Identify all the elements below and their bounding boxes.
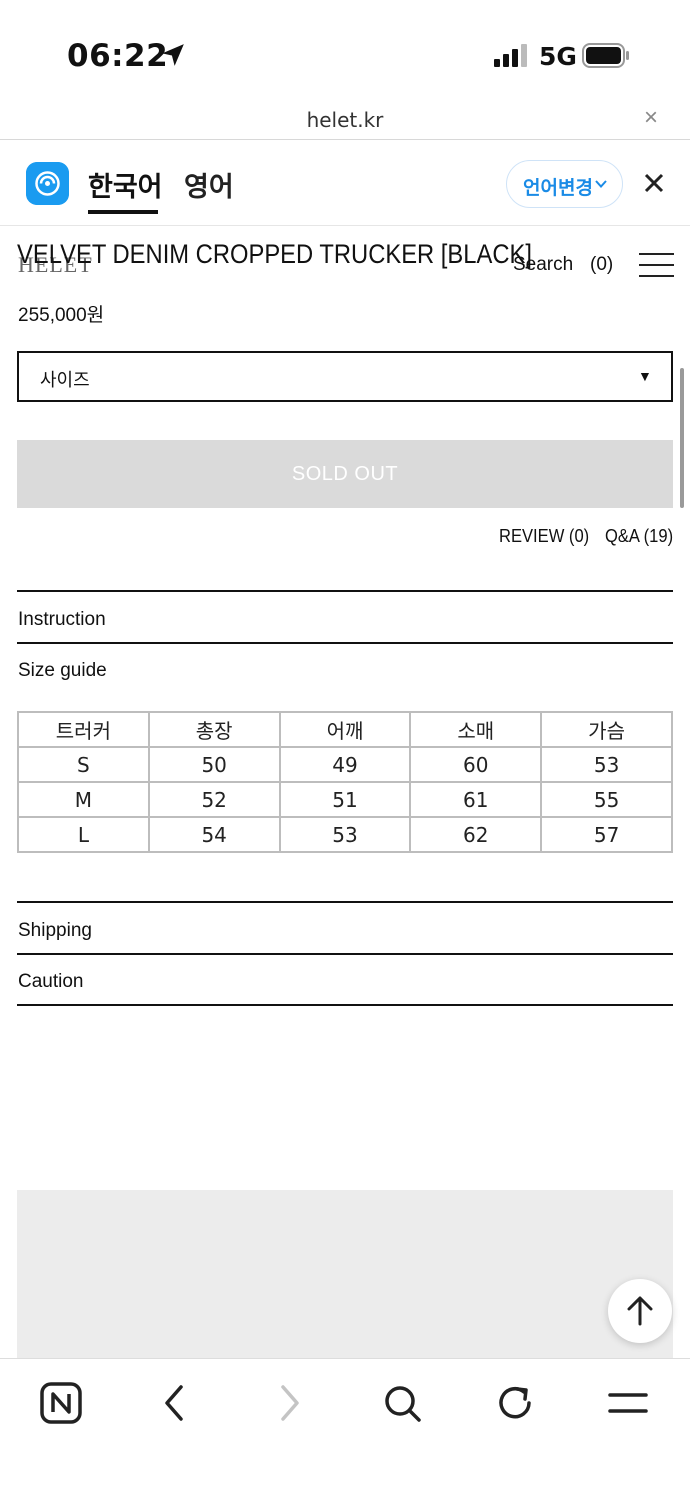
table-cell: 57 xyxy=(540,816,673,853)
divider xyxy=(17,953,673,955)
table-cell: 53 xyxy=(278,816,412,853)
table-cell: 50 xyxy=(147,746,281,783)
divider xyxy=(17,642,673,644)
table-cell: 49 xyxy=(278,746,412,783)
change-language-label: 언어변경 xyxy=(523,178,593,199)
active-tab-underline xyxy=(88,210,158,214)
scroll-to-top-button[interactable] xyxy=(608,1279,672,1343)
search-icon[interactable] xyxy=(380,1381,424,1425)
table-cell: 55 xyxy=(540,781,673,818)
divider xyxy=(17,901,673,903)
table-cell: 60 xyxy=(409,746,543,783)
status-time: 06:22 xyxy=(67,38,169,74)
table-cell: 53 xyxy=(540,746,673,783)
tab-english[interactable]: 영어 xyxy=(184,165,234,204)
browser-toolbar xyxy=(0,1358,690,1500)
review-link[interactable]: REVIEW (0) xyxy=(499,526,589,547)
status-bar: 06:22 5G xyxy=(0,0,690,100)
menu-icon[interactable] xyxy=(606,1381,650,1425)
size-select[interactable]: 사이즈 ▼ xyxy=(17,351,673,402)
table-header-row: 트러커 총장 어깨 소매 가슴 xyxy=(17,711,673,748)
size-select-label: 사이즈 xyxy=(40,370,90,390)
network-label: 5G xyxy=(539,42,577,71)
table-cell: 52 xyxy=(147,781,281,818)
divider xyxy=(17,590,673,592)
table-cell: S xyxy=(17,746,150,783)
url-close-icon[interactable]: × xyxy=(644,104,658,132)
table-cell: 54 xyxy=(147,816,281,853)
table-row: L 54 53 62 57 xyxy=(17,816,673,853)
divider xyxy=(17,1004,673,1006)
forward-icon[interactable] xyxy=(267,1381,311,1425)
caution-section[interactable]: Caution xyxy=(18,971,84,993)
table-header-cell: 트러커 xyxy=(17,711,150,748)
table-cell: L xyxy=(17,816,150,853)
table-row: S 50 49 60 53 xyxy=(17,746,673,783)
close-icon[interactable] xyxy=(641,170,667,196)
table-header-cell: 가슴 xyxy=(540,711,673,748)
sold-out-button[interactable]: SOLD OUT xyxy=(17,440,673,508)
size-guide-table: 트러커 총장 어깨 소매 가슴 S 50 49 60 53 M 52 51 61… xyxy=(17,711,673,853)
table-cell: 62 xyxy=(409,816,543,853)
url-text[interactable]: helet.kr xyxy=(0,108,690,132)
dropdown-arrow-icon: ▼ xyxy=(638,368,652,384)
qna-link[interactable]: Q&A (19) xyxy=(605,526,673,547)
table-cell: 61 xyxy=(409,781,543,818)
table-cell: M xyxy=(17,781,150,818)
shipping-section[interactable]: Shipping xyxy=(18,920,92,942)
size-guide-section[interactable]: Size guide xyxy=(18,660,107,682)
url-bar[interactable]: helet.kr × xyxy=(0,100,690,140)
product-price: 255,000원 xyxy=(18,305,105,326)
product-title: VELVET DENIM CROPPED TRUCKER [BLACK] xyxy=(17,239,532,269)
chevron-down-icon xyxy=(595,180,607,188)
scroll-indicator[interactable] xyxy=(680,368,684,508)
cellular-signal-icon xyxy=(494,44,527,67)
table-header-cell: 소매 xyxy=(409,711,543,748)
arrow-up-icon xyxy=(627,1296,653,1326)
search-link[interactable]: Search xyxy=(513,254,573,276)
papago-icon xyxy=(26,162,69,205)
tab-korean[interactable]: 한국어 xyxy=(88,165,163,204)
cart-count[interactable]: (0) xyxy=(590,254,613,276)
naver-home-icon[interactable] xyxy=(39,1381,83,1425)
instruction-section[interactable]: Instruction xyxy=(18,609,106,631)
change-language-button[interactable]: 언어변경 xyxy=(506,160,623,208)
table-row: M 52 51 61 55 xyxy=(17,781,673,818)
battery-icon xyxy=(582,43,629,68)
table-cell: 51 xyxy=(278,781,412,818)
refresh-icon[interactable] xyxy=(493,1381,537,1425)
table-header-cell: 어깨 xyxy=(278,711,412,748)
table-header-cell: 총장 xyxy=(147,711,281,748)
hamburger-menu-icon[interactable] xyxy=(639,253,674,277)
translate-bar: 한국어 영어 언어변경 xyxy=(0,141,690,226)
product-image-placeholder xyxy=(17,1190,673,1360)
location-arrow-icon xyxy=(162,44,184,66)
back-icon[interactable] xyxy=(153,1381,197,1425)
